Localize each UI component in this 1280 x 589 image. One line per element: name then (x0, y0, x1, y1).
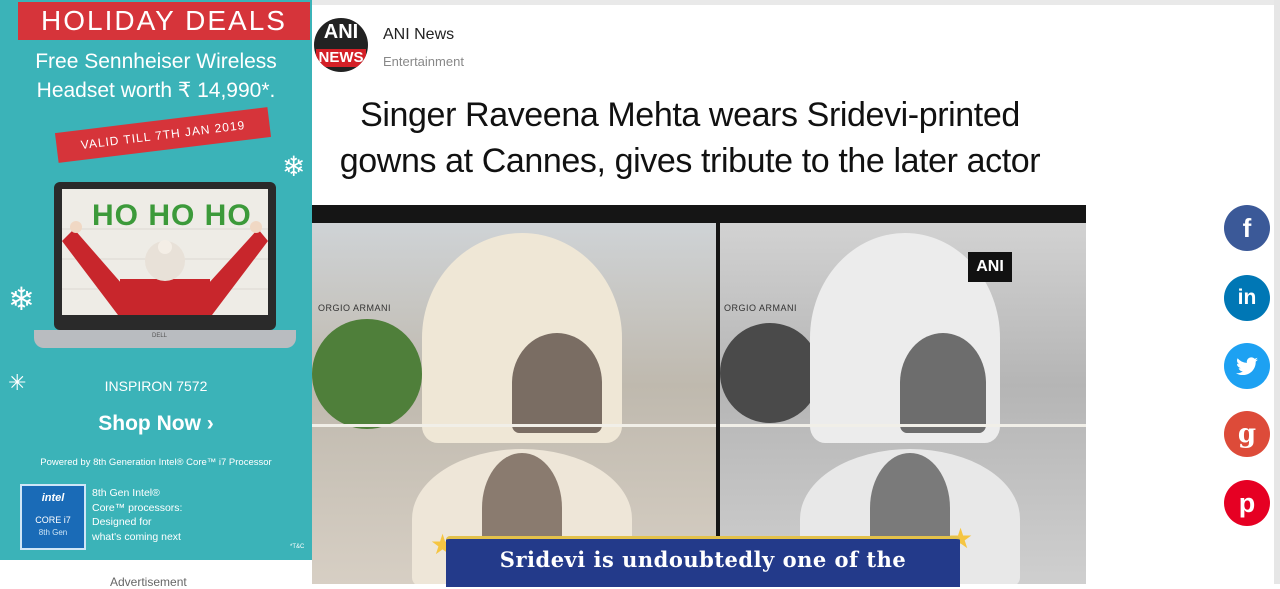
logo-ani-text: ANI (323, 21, 359, 43)
snowflake-icon: ❄ (282, 151, 306, 182)
logo-news-text: NEWS (316, 49, 366, 67)
ad-header: HOLIDAY DEALS (18, 2, 310, 40)
laptop-image: HO HO HO (54, 182, 276, 330)
intel-tagline: 8th Gen Intel® Core™ processors: Designe… (92, 486, 242, 544)
laptop-base: DELL (34, 330, 296, 348)
video-caption: Sridevi is undoubtedly one of the (446, 536, 960, 587)
printed-portrait (900, 333, 986, 433)
ad-offer-line-2: Headset worth ₹ 14,990*. (36, 79, 276, 102)
intel-tagline-line: what's coming next (92, 530, 181, 543)
intel-badge-core: CORE i7 (35, 515, 71, 525)
headline-line-2: gowns at Cannes, gives tribute to the la… (339, 142, 1041, 180)
intel-tagline-line: 8th Gen Intel® (92, 487, 160, 499)
ad-offer-line-1: Free Sennheiser Wireless (35, 50, 277, 73)
ani-watermark: ANI (968, 252, 1012, 282)
shop-now-button[interactable]: Shop Now › (0, 412, 312, 436)
twitter-icon (1236, 357, 1258, 376)
ad-validity-banner: VALID TILL 7TH JAN 2019 (54, 107, 272, 163)
intel-tagline-line: Core™ processors: (92, 501, 183, 514)
twitter-share-button[interactable] (1224, 343, 1270, 389)
product-model: INSPIRON 7572 (104, 378, 208, 394)
window-right-border (1274, 0, 1280, 584)
powered-by-text: Powered by 8th Generation Intel® Core™ i… (40, 457, 272, 468)
pinterest-share-button[interactable]: p (1224, 480, 1270, 526)
article-headline: Singer Raveena Mehta wears Sridevi-print… (320, 92, 1060, 184)
advertisement-label: Advertisement (110, 575, 187, 589)
store-sign: ORGIO ARMANI (724, 303, 798, 313)
terms-note: *T&C (290, 544, 305, 550)
intel-core-i7-badge: intel CORE i7 8th Gen (20, 484, 86, 550)
intel-tagline-line: Designed for (92, 516, 152, 528)
gown-photo-color: ORGIO ARMANI (312, 223, 716, 584)
linkedin-icon: in (1237, 286, 1257, 309)
intel-badge-gen: 8th Gen (38, 528, 68, 537)
printed-portrait (512, 333, 602, 433)
linkedin-share-button[interactable]: in (1224, 275, 1270, 321)
intel-logo: intel (41, 492, 65, 504)
laptop-display: HO HO HO (62, 189, 268, 315)
ani-news-logo[interactable]: ANI NEWS (314, 18, 368, 72)
google-plus-share-button[interactable]: g (1224, 411, 1270, 457)
gown-photo-grayscale: ORGIO ARMANI (720, 223, 1086, 584)
google-plus-icon: g (1237, 419, 1257, 449)
caption-line-1: Sridevi is undoubtedly one of the (499, 547, 907, 572)
store-sign: ORGIO ARMANI (318, 303, 392, 313)
article-category[interactable]: Entertainment (383, 54, 464, 69)
photo-divider (312, 424, 716, 427)
holiday-deals-ad[interactable]: HOLIDAY DEALS Free Sennheiser Wireless H… (0, 0, 312, 560)
snowflake-icon: ❄ (8, 281, 35, 317)
photo-divider (720, 424, 1086, 427)
headline-line-1: Singer Raveena Mehta wears Sridevi-print… (360, 96, 1020, 134)
facebook-share-button[interactable]: f (1224, 205, 1270, 251)
hedge (312, 319, 422, 429)
facebook-icon: f (1242, 213, 1252, 243)
source-name[interactable]: ANI News (383, 26, 454, 44)
pinterest-icon: p (1238, 488, 1256, 518)
hedge (720, 323, 820, 423)
laptop-brand: DELL (152, 333, 168, 339)
laptop-screen-text: HO HO HO (92, 199, 252, 232)
